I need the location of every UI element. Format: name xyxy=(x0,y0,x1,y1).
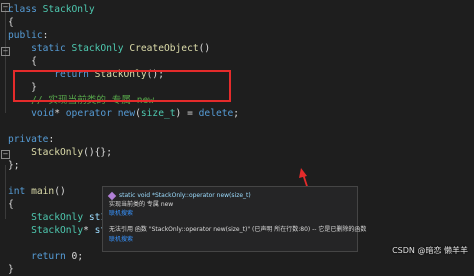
tooltip-description: 实现当前类的 专属 new xyxy=(109,201,174,208)
online-search-link[interactable]: 联机搜索 xyxy=(109,209,133,218)
watermark: CSDN @暗恋 懒羊羊 xyxy=(392,246,468,255)
tooltip-error-message: 无法引用 函数 "StackOnly::operator new(size_t)… xyxy=(109,226,367,233)
tooltip-signature: static void *StackOnly::operator new(siz… xyxy=(119,192,251,199)
code-line: } xyxy=(8,263,14,276)
quick-info-tooltip: static void *StackOnly::operator new(siz… xyxy=(102,186,366,252)
error-online-search-link[interactable]: 联机搜索 xyxy=(109,235,133,244)
method-icon xyxy=(107,191,117,201)
code-token: } xyxy=(8,264,14,275)
